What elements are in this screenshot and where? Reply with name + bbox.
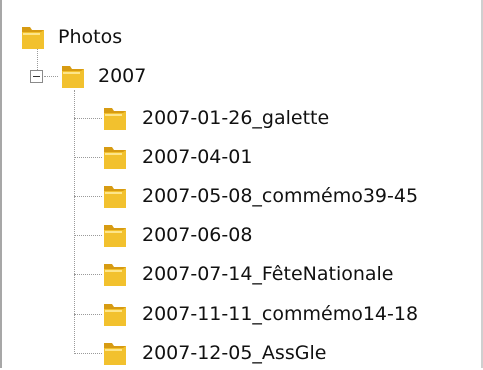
tree-node-label: 2007-06-08 [142, 224, 253, 246]
tree-node-item[interactable]: 2007-04-01 [102, 140, 472, 174]
tree-node-label: 2007-07-14_FêteNationale [142, 263, 394, 285]
tree-node-label: 2007 [98, 65, 147, 87]
folder-icon [22, 27, 44, 49]
tree-node-item[interactable]: 2007-01-26_galette [102, 101, 472, 135]
tree-node-photos[interactable]: Photos [20, 20, 220, 54]
folder-icon [62, 66, 84, 88]
tree-line-item [74, 157, 102, 158]
collapse-toggle[interactable] [30, 70, 43, 83]
tree-node-item[interactable]: 2007-05-08_commémo39-45 [102, 179, 472, 213]
folder-icon [104, 225, 126, 247]
tree-line-item [74, 235, 102, 236]
tree-node-label: 2007-11-11_commémo14-18 [142, 303, 419, 325]
folder-icon [104, 108, 126, 130]
tree-node-label: 2007-12-05_AssGle [142, 342, 327, 364]
tree-line-item [74, 274, 102, 275]
folder-icon [104, 264, 126, 286]
tree-node-item[interactable]: 2007-06-08 [102, 218, 472, 252]
folder-tree-panel[interactable]: Photos 2007 2007-01-26_galette 2007-04-0… [0, 0, 483, 368]
folder-icon [104, 343, 126, 365]
tree-line-item [74, 196, 102, 197]
tree-line-item [74, 314, 102, 315]
folder-icon [104, 147, 126, 169]
tree-line-item [74, 118, 102, 119]
tree-node-item[interactable]: 2007-07-14_FêteNationale [102, 257, 472, 291]
tree-line-item [74, 353, 102, 354]
folder-icon [104, 304, 126, 326]
tree-node-label: 2007-04-01 [142, 146, 253, 168]
tree-node-label: 2007-05-08_commémo39-45 [142, 185, 419, 207]
folder-icon [104, 186, 126, 208]
tree-node-2007[interactable]: 2007 [60, 59, 260, 93]
tree-node-label: Photos [58, 26, 123, 48]
tree-node-label: 2007-01-26_galette [142, 107, 330, 129]
tree-line-year [44, 76, 58, 77]
tree-node-item[interactable]: 2007-11-11_commémo14-18 [102, 297, 472, 331]
tree-node-item[interactable]: 2007-12-05_AssGle [102, 336, 472, 370]
